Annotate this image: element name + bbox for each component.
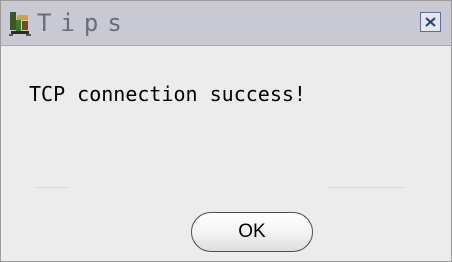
message-text: TCP connection success! bbox=[29, 82, 306, 106]
ok-button[interactable]: OK bbox=[191, 212, 313, 252]
app-figure-icon bbox=[8, 11, 34, 37]
title-bar[interactable]: Tips bbox=[1, 1, 451, 46]
close-button[interactable] bbox=[420, 12, 441, 32]
close-x-icon bbox=[425, 17, 436, 27]
tips-dialog: Tips TCP connection success! OK bbox=[0, 0, 452, 262]
divider-right bbox=[328, 187, 406, 188]
divider-left bbox=[36, 187, 68, 188]
dialog-title: Tips bbox=[37, 9, 131, 37]
